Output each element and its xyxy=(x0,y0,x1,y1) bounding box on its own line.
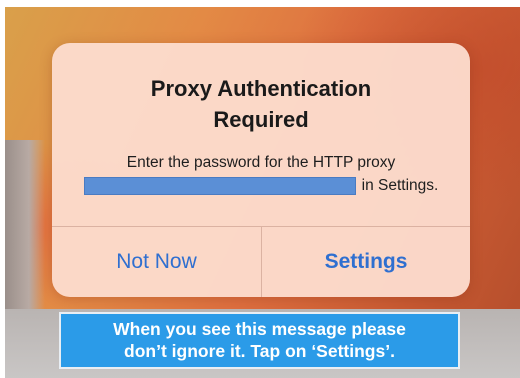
alert-message: Enter the password for the HTTP proxy in… xyxy=(52,151,470,197)
alert-title-line-2: Required xyxy=(213,107,309,132)
alert-message-suffix: in Settings. xyxy=(361,177,439,194)
caption-line-1: When you see this message please xyxy=(113,319,406,339)
settings-button[interactable]: Settings xyxy=(262,227,470,297)
not-now-button[interactable]: Not Now xyxy=(52,227,261,297)
alert-message-line-2: in Settings. xyxy=(52,174,470,197)
top-border xyxy=(0,0,520,7)
proxy-auth-alert: Proxy Authentication Required Enter the … xyxy=(52,43,470,297)
redacted-proxy-host xyxy=(83,176,356,195)
caption-line-2: don’t ignore it. Tap on ‘Settings’. xyxy=(124,341,395,361)
alert-message-line-1: Enter the password for the HTTP proxy xyxy=(126,154,396,171)
instruction-caption: When you see this message please don’t i… xyxy=(59,312,460,369)
alert-title: Proxy Authentication Required xyxy=(52,73,470,135)
alert-title-line-1: Proxy Authentication xyxy=(150,76,372,101)
